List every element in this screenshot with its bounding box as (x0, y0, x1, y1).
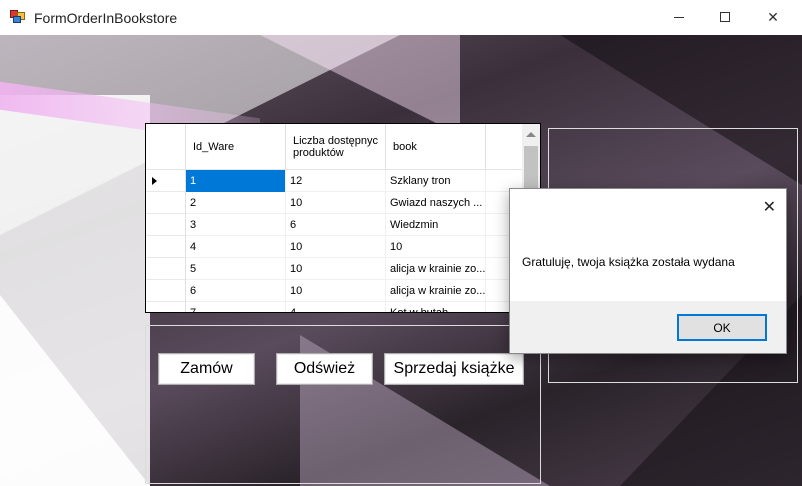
app-icon (10, 10, 26, 24)
table-cell[interactable]: 2 (186, 192, 286, 214)
table-cell[interactable]: 6 (186, 280, 286, 302)
table-cell[interactable]: Szklany tron (386, 170, 486, 192)
current-row-arrow-icon (152, 177, 157, 185)
column-header[interactable]: book (386, 124, 486, 170)
table-cell[interactable]: Gwiazd naszych ... (386, 192, 486, 214)
minimize-icon (674, 16, 684, 18)
grid-header: Id_Ware Liczba dostępnyc produktów book (146, 124, 522, 170)
column-header[interactable]: Id_Ware (186, 124, 286, 170)
table-cell[interactable]: 10 (286, 258, 386, 280)
sell-book-button[interactable]: Sprzedaj książke (384, 353, 524, 385)
grid-rows: 1 12 Szklany tron 2 10 Gwiazd naszych ..… (146, 170, 522, 312)
column-header[interactable]: Liczba dostępnyc produktów (286, 124, 386, 170)
dialog-message: Gratuluję, twoja książka została wydana (522, 255, 735, 269)
table-row[interactable]: 5 10 alicja w krainie zo... (146, 258, 522, 280)
table-cell[interactable]: 5 (186, 258, 286, 280)
table-row[interactable]: 3 6 Wiedzmin (146, 214, 522, 236)
minimize-button[interactable] (656, 0, 702, 34)
table-cell[interactable]: 4 (186, 236, 286, 258)
ok-button[interactable]: OK (677, 314, 767, 341)
row-header[interactable] (146, 170, 186, 192)
table-cell[interactable]: Wiedzmin (386, 214, 486, 236)
table-cell[interactable]: 10 (286, 236, 386, 258)
table-row[interactable]: 2 10 Gwiazd naszych ... (146, 192, 522, 214)
scroll-up-arrow-icon[interactable] (526, 132, 536, 137)
dialog-close-icon[interactable]: ✕ (763, 197, 776, 217)
window-title: FormOrderInBookstore (34, 10, 178, 26)
table-cell[interactable]: 1 (186, 170, 286, 192)
table-cell[interactable]: 10 (286, 280, 386, 302)
row-header-corner (146, 124, 186, 170)
table-cell[interactable]: alicja w krainie zo... (386, 258, 486, 280)
table-cell[interactable]: 10 (286, 192, 386, 214)
table-cell[interactable]: 3 (186, 214, 286, 236)
message-dialog: ✕ Gratuluję, twoja książka została wydan… (509, 188, 787, 354)
row-header[interactable] (146, 214, 186, 236)
title-bar: FormOrderInBookstore ✕ (0, 0, 802, 35)
table-cell[interactable]: 6 (286, 214, 386, 236)
row-header[interactable] (146, 258, 186, 280)
table-cell[interactable]: 7 (186, 302, 286, 312)
table-cell[interactable]: alicja w krainie zo... (386, 280, 486, 302)
maximize-button[interactable] (702, 0, 748, 34)
close-button[interactable]: ✕ (750, 0, 796, 34)
table-cell[interactable]: 4 (286, 302, 386, 312)
table-cell[interactable]: 12 (286, 170, 386, 192)
row-header[interactable] (146, 236, 186, 258)
table-row[interactable]: 7 4 Kot w butah (146, 302, 522, 312)
maximize-icon (720, 12, 730, 22)
row-header[interactable] (146, 192, 186, 214)
row-header[interactable] (146, 302, 186, 312)
table-row[interactable]: 1 12 Szklany tron (146, 170, 522, 192)
table-cell[interactable]: 10 (386, 236, 486, 258)
data-grid[interactable]: Id_Ware Liczba dostępnyc produktów book … (145, 123, 541, 313)
order-button[interactable]: Zamów (158, 353, 255, 385)
refresh-button[interactable]: Odśwież (276, 353, 373, 385)
actions-groupbox (145, 325, 541, 484)
close-icon: ✕ (767, 8, 779, 25)
table-cell[interactable]: Kot w butah (386, 302, 486, 312)
table-row[interactable]: 6 10 alicja w krainie zo... (146, 280, 522, 302)
table-row[interactable]: 4 10 10 (146, 236, 522, 258)
row-header[interactable] (146, 280, 186, 302)
